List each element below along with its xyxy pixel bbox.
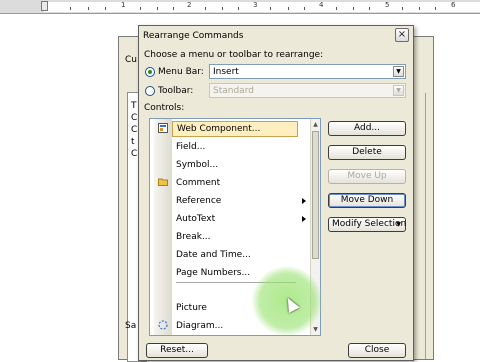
toolbar-radio[interactable] — [145, 86, 155, 96]
list-item-label: Reference — [176, 196, 222, 206]
submenu-arrow-icon — [302, 198, 306, 204]
list-item[interactable]: Field... — [172, 139, 298, 155]
diagram-icon — [158, 320, 168, 330]
list-item-label: Break... — [176, 232, 211, 242]
toolbar-value: Standard — [213, 86, 254, 96]
list-item-label: Comment — [176, 178, 221, 188]
scroll-thumb[interactable] — [312, 131, 319, 259]
chevron-down-icon[interactable]: ▼ — [393, 85, 404, 96]
menu-bar-value: Insert — [213, 67, 239, 77]
customize-title-fragment: Cu — [125, 55, 137, 65]
list-item-label: Page Numbers... — [176, 268, 251, 278]
ruler-number: 3 — [253, 1, 258, 9]
menu-bar-label: Menu Bar: — [158, 67, 204, 77]
choose-prompt: Choose a menu or toolbar to rearrange: — [144, 50, 324, 60]
customize-text-fragment: C — [131, 125, 138, 135]
list-item-label: Diagram... — [176, 321, 224, 331]
delete-button[interactable]: Delete — [328, 145, 406, 160]
list-item-label: Web Component... — [177, 124, 261, 134]
list-item-label: Field... — [176, 142, 206, 152]
web-component-icon — [158, 123, 168, 133]
customize-right-border — [425, 93, 433, 359]
close-button[interactable]: Close — [348, 343, 406, 358]
dialog-title: Rearrange Commands — [143, 31, 244, 41]
modify-selection-button[interactable]: Modify Selection ▼ — [328, 217, 406, 232]
move-down-button[interactable]: Move Down — [328, 193, 406, 208]
menu-bar-radio[interactable] — [145, 67, 155, 77]
close-icon[interactable]: × — [395, 28, 409, 42]
customize-text-fragment: t — [131, 137, 135, 147]
list-item[interactable]: Break... — [172, 229, 298, 245]
ruler-number: 4 — [319, 1, 324, 9]
ruler: 1 2 3 4 5 6 — [0, 0, 480, 14]
toolbar-label: Toolbar: — [158, 86, 194, 96]
toolbar-select[interactable]: Standard ▼ — [209, 83, 406, 98]
customize-save-fragment: Sa — [125, 321, 137, 331]
ruler-number: 5 — [385, 1, 390, 9]
comment-icon — [158, 178, 168, 186]
list-item[interactable]: Comment — [172, 175, 298, 191]
dropdown-arrow-icon: ▼ — [396, 221, 401, 228]
list-item-label: Picture — [176, 303, 207, 313]
ruler-track — [44, 2, 480, 12]
scroll-up-icon[interactable]: ▲ — [312, 120, 319, 129]
list-item[interactable]: Symbol... — [172, 157, 298, 173]
controls-label: Controls: — [144, 103, 185, 113]
list-item-label: AutoText — [176, 214, 216, 224]
list-item[interactable]: Date and Time... — [172, 247, 298, 263]
menu-bar-select[interactable]: Insert ▼ — [209, 64, 406, 79]
list-item-label: Symbol... — [176, 160, 219, 170]
reset-button[interactable]: Reset... — [146, 343, 208, 358]
ruler-number: 1 — [121, 1, 126, 9]
indent-marker[interactable] — [41, 1, 48, 11]
list-item[interactable]: AutoText — [172, 211, 306, 227]
customize-text-fragment: C — [131, 149, 138, 159]
ruler-number: 6 — [451, 1, 456, 9]
chevron-down-icon[interactable]: ▼ — [393, 66, 404, 77]
submenu-arrow-icon — [302, 216, 306, 222]
list-item[interactable]: Reference — [172, 193, 306, 209]
customize-text-fragment: C — [131, 113, 138, 123]
modify-selection-label: Modify Selection — [332, 219, 407, 229]
scroll-down-icon[interactable]: ▼ — [312, 325, 319, 334]
list-item-label: Date and Time... — [176, 250, 251, 260]
customize-text-fragment: T — [131, 101, 137, 111]
add-button[interactable]: Add... — [328, 121, 406, 136]
move-up-button[interactable]: Move Up — [328, 169, 406, 184]
list-item[interactable]: Web Component... — [172, 121, 298, 137]
list-icon-strip — [154, 119, 172, 335]
ruler-number: 2 — [187, 1, 192, 9]
